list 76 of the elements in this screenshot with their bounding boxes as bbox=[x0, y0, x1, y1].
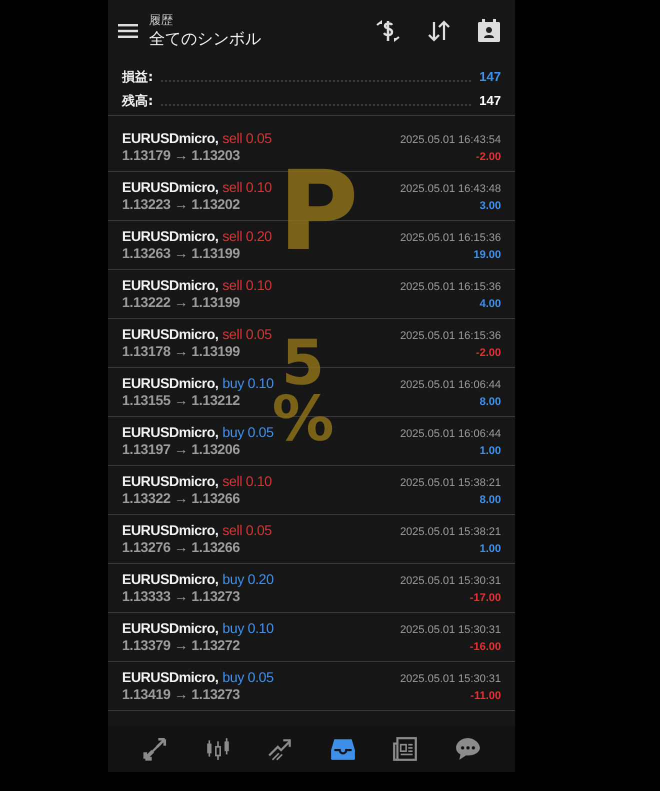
summary-value: 147 bbox=[479, 93, 501, 108]
deal-order: buy 0.20 bbox=[222, 571, 274, 587]
chat-bubble-icon[interactable] bbox=[454, 736, 481, 762]
deal-prices: 1.13179 → 1.13203 bbox=[122, 147, 240, 163]
calendar-person-icon[interactable] bbox=[477, 19, 501, 43]
deal-time: 2025.05.01 16:15:36 bbox=[400, 232, 501, 244]
deal-prices: 1.13419 → 1.13273 bbox=[122, 686, 240, 702]
deal-order: sell 0.05 bbox=[222, 130, 272, 146]
summary-value: 147 bbox=[479, 69, 501, 84]
deal-time: 2025.05.01 15:30:31 bbox=[400, 624, 501, 636]
deal-symbol: EURUSDmicro, bbox=[122, 424, 218, 440]
deal-prices: 1.13223 → 1.13202 bbox=[122, 196, 240, 212]
symbol-filter-title[interactable]: 全てのシンボル bbox=[149, 29, 364, 50]
deal-profit: 4.00 bbox=[480, 298, 501, 310]
deal-order: sell 0.05 bbox=[222, 326, 272, 342]
deal-prices: 1.13178 → 1.13199 bbox=[122, 343, 240, 359]
deal-profit: 8.00 bbox=[480, 494, 501, 506]
deal-profit: -17.00 bbox=[470, 592, 501, 604]
candlestick-chart-icon[interactable] bbox=[204, 736, 231, 762]
deal-time: 2025.05.01 16:43:48 bbox=[400, 183, 501, 195]
deal-prices: 1.13379 → 1.13272 bbox=[122, 637, 240, 653]
menu-icon[interactable] bbox=[118, 23, 138, 39]
deal-time: 2025.05.01 16:06:44 bbox=[400, 428, 501, 440]
deal-symbol: EURUSDmicro, bbox=[122, 375, 218, 391]
deal-prices: 1.13263 → 1.13199 bbox=[122, 245, 240, 261]
deal-prices: 1.13197 → 1.13206 bbox=[122, 441, 240, 457]
deal-order: sell 0.10 bbox=[222, 179, 272, 195]
deal-symbol: EURUSDmicro, bbox=[122, 228, 218, 244]
deal-order: sell 0.05 bbox=[222, 522, 272, 538]
sort-icon[interactable] bbox=[427, 20, 451, 42]
deal-time: 2025.05.01 16:43:54 bbox=[400, 134, 501, 146]
quotes-icon[interactable] bbox=[142, 736, 168, 762]
deal-order: buy 0.05 bbox=[222, 669, 274, 685]
deal-profit: -2.00 bbox=[476, 151, 501, 163]
deal-prices: 1.13322 → 1.13266 bbox=[122, 490, 240, 506]
deal-profit: 1.00 bbox=[480, 543, 501, 555]
deal-symbol: EURUSDmicro, bbox=[122, 620, 218, 636]
deal-time: 2025.05.01 15:38:21 bbox=[400, 477, 501, 489]
deal-time: 2025.05.01 16:06:44 bbox=[400, 379, 501, 391]
deal-profit: 19.00 bbox=[473, 249, 501, 261]
deal-profit: -16.00 bbox=[470, 641, 501, 653]
deal-time: 2025.05.01 16:15:36 bbox=[400, 330, 501, 342]
deal-symbol: EURUSDmicro, bbox=[122, 669, 218, 685]
newspaper-icon[interactable] bbox=[392, 736, 418, 762]
currency-exchange-icon[interactable] bbox=[375, 19, 401, 43]
deal-profit: -2.00 bbox=[476, 347, 501, 359]
deal-prices: 1.13222 → 1.13199 bbox=[122, 294, 240, 310]
deal-symbol: EURUSDmicro, bbox=[122, 522, 218, 538]
deal-prices: 1.13155 → 1.13212 bbox=[122, 392, 240, 408]
handwritten-note: 5% bbox=[272, 335, 334, 447]
deal-prices: 1.13333 → 1.13273 bbox=[122, 588, 240, 604]
deal-time: 2025.05.01 16:15:36 bbox=[400, 281, 501, 293]
deal-profit: -11.00 bbox=[470, 690, 501, 702]
summary-label: 残高: bbox=[122, 92, 154, 110]
deal-prices: 1.13276 → 1.13266 bbox=[122, 539, 240, 555]
deal-profit: 1.00 bbox=[480, 445, 501, 457]
deal-profit: 8.00 bbox=[480, 396, 501, 408]
deal-symbol: EURUSDmicro, bbox=[122, 473, 218, 489]
deal-order: sell 0.20 bbox=[222, 228, 272, 244]
deal-order: buy 0.05 bbox=[222, 424, 274, 440]
deal-order: sell 0.10 bbox=[222, 277, 272, 293]
deal-time: 2025.05.01 15:30:31 bbox=[400, 673, 501, 685]
deal-order: sell 0.10 bbox=[222, 473, 272, 489]
deal-time: 2025.05.01 15:30:31 bbox=[400, 575, 501, 587]
deal-order: buy 0.10 bbox=[222, 375, 274, 391]
screen-subtitle: 履歴 bbox=[149, 12, 174, 29]
summary-label: 損益: bbox=[122, 68, 154, 86]
deal-time: 2025.05.01 15:38:21 bbox=[400, 526, 501, 538]
handwritten-note: P bbox=[278, 162, 359, 261]
deal-symbol: EURUSDmicro, bbox=[122, 130, 218, 146]
deal-order: buy 0.10 bbox=[222, 620, 274, 636]
deal-profit: 3.00 bbox=[480, 200, 501, 212]
deal-symbol: EURUSDmicro, bbox=[122, 326, 218, 342]
deal-symbol: EURUSDmicro, bbox=[122, 277, 218, 293]
deal-symbol: EURUSDmicro, bbox=[122, 179, 218, 195]
deal-symbol: EURUSDmicro, bbox=[122, 571, 218, 587]
